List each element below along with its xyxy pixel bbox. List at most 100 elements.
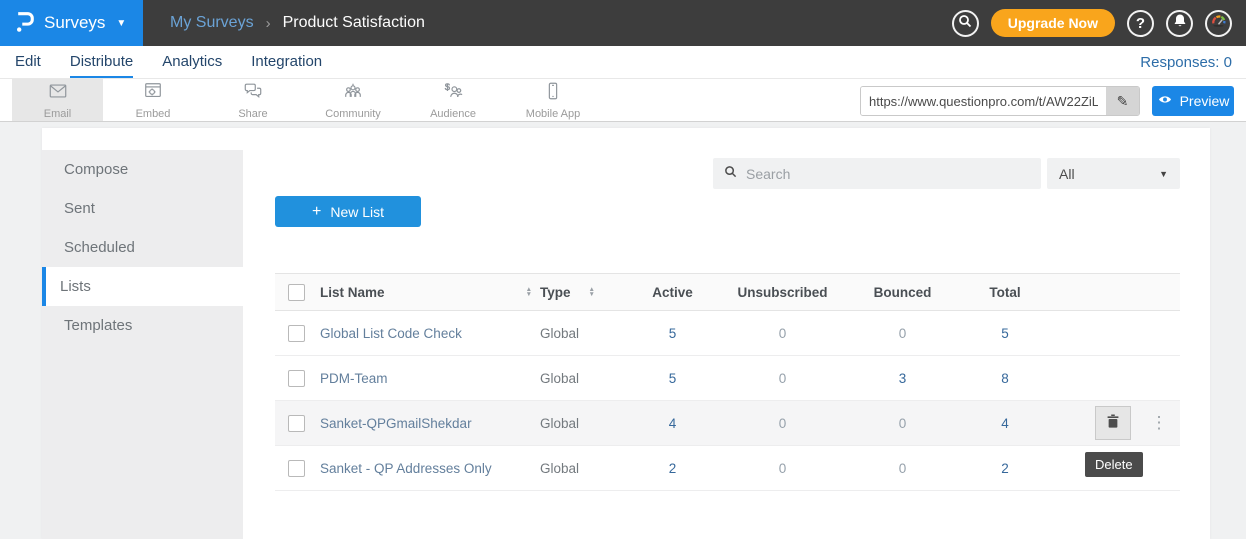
channel-label: Share: [238, 108, 267, 120]
sidebar-item-lists[interactable]: Lists: [42, 267, 243, 306]
list-name-link[interactable]: Sanket - QP Addresses Only: [320, 461, 492, 476]
column-active: Active: [625, 285, 720, 300]
bounced-count[interactable]: 0: [845, 461, 960, 476]
active-count[interactable]: 2: [625, 461, 720, 476]
help-button[interactable]: ?: [1127, 10, 1154, 37]
total-count[interactable]: 4: [960, 416, 1050, 431]
total-count[interactable]: 2: [960, 461, 1050, 476]
list-name-link[interactable]: Global List Code Check: [320, 326, 462, 341]
envelope-icon: [47, 81, 69, 106]
row-menu-button[interactable]: ⋮: [1148, 406, 1170, 440]
product-switcher[interactable]: Surveys ▼: [0, 0, 143, 46]
list-type-filter[interactable]: All ▼: [1047, 158, 1180, 189]
sidebar-item-templates[interactable]: Templates: [42, 306, 243, 345]
channel-audience[interactable]: $ Audience: [403, 79, 503, 121]
table-row[interactable]: Sanket-QPGmailShekdar Global 4 0 0 4 ⋮: [275, 401, 1180, 446]
survey-url-input[interactable]: [861, 87, 1106, 115]
new-list-button[interactable]: + New List: [275, 196, 421, 227]
breadcrumb: My Surveys › Product Satisfaction: [170, 14, 425, 32]
sort-icon[interactable]: ▲▼: [589, 287, 595, 297]
bounced-count[interactable]: 3: [845, 371, 960, 386]
channel-label: Embed: [136, 108, 171, 120]
tab-edit[interactable]: Edit: [15, 46, 41, 78]
channel-label: Community: [325, 108, 381, 120]
license-meter-button[interactable]: [1205, 10, 1232, 37]
notifications-button[interactable]: [1166, 10, 1193, 37]
delete-list-button[interactable]: [1095, 406, 1131, 440]
row-checkbox[interactable]: [288, 370, 305, 387]
survey-url-field: ✎: [860, 86, 1140, 116]
table-header: List Name ▲▼ Type ▲▼ Active Unsubscribed…: [275, 273, 1180, 311]
dollar-people-icon: $: [442, 81, 464, 106]
row-checkbox[interactable]: [288, 415, 305, 432]
channel-label: Mobile App: [526, 108, 580, 120]
channel-community[interactable]: Community: [303, 79, 403, 121]
pencil-icon: ✎: [1117, 93, 1129, 110]
channel-mobile-app[interactable]: Mobile App: [503, 79, 603, 121]
list-type: Global: [540, 461, 579, 476]
active-count[interactable]: 5: [625, 371, 720, 386]
bounced-count[interactable]: 0: [845, 416, 960, 431]
search-button[interactable]: [952, 10, 979, 37]
table-row[interactable]: Global List Code Check Global 5 0 0 5: [275, 311, 1180, 356]
list-name-link[interactable]: Sanket-QPGmailShekdar: [320, 416, 472, 431]
lists-table: List Name ▲▼ Type ▲▼ Active Unsubscribed…: [275, 273, 1180, 491]
row-checkbox[interactable]: [288, 325, 305, 342]
unsubscribed-count[interactable]: 0: [720, 371, 845, 386]
product-label: Surveys: [44, 13, 105, 33]
upgrade-now-button[interactable]: Upgrade Now: [991, 9, 1115, 37]
active-count[interactable]: 5: [625, 326, 720, 341]
people-group-icon: [342, 81, 364, 106]
questionpro-logo-icon: [15, 7, 35, 39]
list-name-link[interactable]: PDM-Team: [320, 371, 388, 386]
responses-count[interactable]: Responses: 0: [1140, 54, 1246, 71]
total-count[interactable]: 8: [960, 371, 1050, 386]
tab-analytics[interactable]: Analytics: [162, 46, 222, 78]
channel-share[interactable]: Share: [203, 79, 303, 121]
preview-button[interactable]: Preview: [1152, 86, 1234, 116]
top-bar: Surveys ▼ My Surveys › Product Satisfact…: [0, 0, 1246, 46]
total-count[interactable]: 5: [960, 326, 1050, 341]
column-list-name[interactable]: List Name: [320, 285, 385, 300]
topbar-actions: Upgrade Now ?: [952, 9, 1246, 37]
breadcrumb-survey-title: Product Satisfaction: [283, 14, 425, 32]
table-row[interactable]: PDM-Team Global 5 0 3 8: [275, 356, 1180, 401]
new-list-label: New List: [330, 204, 384, 220]
column-unsubscribed: Unsubscribed: [720, 285, 845, 300]
breadcrumb-my-surveys[interactable]: My Surveys: [170, 14, 254, 32]
list-type: Global: [540, 326, 579, 341]
bounced-count[interactable]: 0: [845, 326, 960, 341]
channel-label: Audience: [430, 108, 476, 120]
sort-icon[interactable]: ▲▼: [526, 287, 532, 297]
channel-email[interactable]: Email: [12, 79, 103, 121]
breadcrumb-separator: ›: [266, 15, 271, 32]
preview-label: Preview: [1180, 93, 1230, 109]
list-search: [713, 158, 1041, 189]
embed-window-gear-icon: [142, 81, 164, 106]
search-icon: [958, 14, 972, 33]
tab-integration[interactable]: Integration: [251, 46, 322, 78]
lists-main: All ▼ + New List List Name ▲▼ Type ▲▼: [243, 128, 1210, 539]
lists-panel: Compose Sent Scheduled Lists Templates A…: [42, 128, 1210, 539]
edit-url-button[interactable]: ✎: [1106, 87, 1139, 115]
sidebar-item-sent[interactable]: Sent: [42, 189, 243, 228]
active-count[interactable]: 4: [625, 416, 720, 431]
tab-distribute[interactable]: Distribute: [70, 46, 133, 78]
table-row[interactable]: Sanket - QP Addresses Only Global 2 0 0 …: [275, 446, 1180, 491]
column-total: Total: [960, 285, 1050, 300]
unsubscribed-count[interactable]: 0: [720, 326, 845, 341]
sidebar-item-compose[interactable]: Compose: [42, 150, 243, 189]
row-checkbox[interactable]: [288, 460, 305, 477]
chevron-down-icon: ▼: [116, 18, 126, 29]
unsubscribed-count[interactable]: 0: [720, 461, 845, 476]
sidebar-item-scheduled[interactable]: Scheduled: [42, 228, 243, 267]
unsubscribed-count[interactable]: 0: [720, 416, 845, 431]
column-type[interactable]: Type: [540, 285, 571, 300]
search-input[interactable]: [746, 166, 1030, 182]
search-icon: [724, 165, 737, 183]
list-type: Global: [540, 416, 579, 431]
usage-gauge-icon: [1210, 13, 1227, 34]
chevron-down-icon: ▼: [1159, 169, 1168, 179]
channel-embed[interactable]: Embed: [103, 79, 203, 121]
select-all-checkbox[interactable]: [288, 284, 305, 301]
